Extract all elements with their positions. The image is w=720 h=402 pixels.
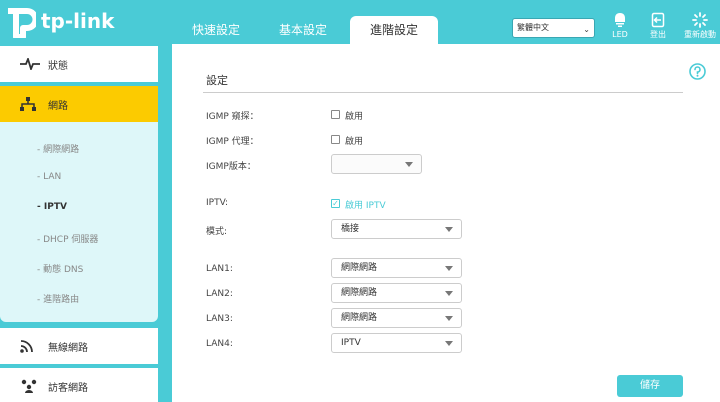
bulb-icon [615, 13, 625, 27]
sidebar-item-label: 無線網路 [48, 342, 88, 354]
sidebar: 狀態 網路 - 網際網路 - LAN - IPTV - DHCP 伺服器 - 動… [0, 44, 160, 402]
sidebar-subitem-lan[interactable]: - LAN [37, 172, 61, 182]
save-button[interactable]: 儲存 [617, 375, 683, 397]
sidebar-item-guest-network[interactable]: 訪客網路 [0, 368, 158, 402]
tab-advanced[interactable]: 進階設定 [350, 16, 438, 44]
igmp-snooping-option: 啟用 [345, 112, 364, 122]
reboot-icon [692, 12, 708, 28]
network-submenu: - 網際網路 - LAN - IPTV - DHCP 伺服器 - 動態 DNS … [0, 122, 158, 322]
sidebar-item-network[interactable]: 網路 [0, 86, 158, 122]
igmp-proxy-option: 啟用 [345, 137, 364, 147]
lan2-select[interactable]: 網際網路 [331, 283, 462, 303]
lan1-label: LAN1: [206, 264, 233, 274]
sidebar-item-wireless[interactable]: 無線網路 [0, 328, 158, 364]
dropdown-arrow-icon [445, 316, 453, 321]
tab-basic[interactable]: 基本設定 [263, 16, 343, 44]
lan3-value: 網際網路 [341, 313, 378, 323]
logout-button[interactable]: 登出 [641, 12, 675, 40]
lan2-label: LAN2: [206, 289, 233, 299]
igmp-proxy-checkbox[interactable] [331, 135, 340, 144]
chevron-down-icon: ⌄ [583, 25, 590, 34]
lan4-value: IPTV [341, 338, 361, 348]
tab-quick-setup[interactable]: 快速設定 [176, 16, 256, 44]
igmp-version-select[interactable] [331, 154, 422, 174]
logout-icon [651, 12, 665, 28]
sidebar-subitem-ddns[interactable]: - 動態 DNS [37, 262, 83, 275]
dropdown-arrow-icon [445, 266, 453, 271]
iptv-label: IPTV: [206, 198, 229, 208]
iptv-enable-checkbox[interactable]: ✓ [331, 199, 340, 208]
led-label: LED [612, 30, 628, 39]
lan1-select[interactable]: 網際網路 [331, 258, 462, 278]
lan2-value: 網際網路 [341, 288, 378, 298]
igmp-snooping-checkbox[interactable] [331, 110, 340, 119]
guests-icon [20, 379, 42, 393]
lan4-select[interactable]: IPTV [331, 333, 462, 353]
sidebar-subitem-iptv[interactable]: - IPTV [37, 202, 67, 212]
led-button[interactable]: LED [603, 12, 637, 40]
language-select[interactable]: 繁體中文 ⌄ [512, 18, 595, 38]
dropdown-arrow-icon [405, 162, 413, 167]
iptv-enable-option: 啟用 IPTV [345, 201, 386, 211]
pulse-icon [20, 58, 42, 70]
logout-label: 登出 [650, 30, 666, 39]
mode-label: 模式: [206, 227, 228, 237]
lan1-value: 網際網路 [341, 263, 378, 273]
sidebar-subitem-internet[interactable]: - 網際網路 [37, 142, 79, 155]
language-value: 繁體中文 [517, 23, 549, 32]
dropdown-arrow-icon [445, 227, 453, 232]
sidebar-item-label: 訪客網路 [48, 382, 88, 394]
section-divider [203, 92, 683, 93]
mode-value: 橋接 [341, 224, 360, 234]
help-icon[interactable] [689, 63, 706, 80]
lan3-label: LAN3: [206, 314, 233, 324]
sidebar-item-label: 狀態 [48, 60, 68, 72]
lan4-label: LAN4: [206, 339, 233, 349]
igmp-proxy-label: IGMP 代理： [206, 137, 259, 147]
reboot-button[interactable]: 重新啟動 [680, 12, 720, 40]
reboot-label: 重新啟動 [684, 30, 716, 39]
dropdown-arrow-icon [445, 291, 453, 296]
dropdown-arrow-icon [445, 341, 453, 346]
lan3-select[interactable]: 網際網路 [331, 308, 462, 328]
wifi-icon [20, 339, 42, 353]
igmp-version-label: IGMP版本： [206, 162, 256, 172]
top-bar: tp-link 快速設定 基本設定 進階設定 繁體中文 ⌄ LED 登出 重新啟… [0, 0, 720, 44]
igmp-snooping-label: IGMP 窺探： [206, 112, 259, 122]
sidebar-subitem-dhcp-server[interactable]: - DHCP 伺服器 [37, 232, 98, 245]
tp-link-logo: tp-link [4, 3, 114, 39]
section-title: 設定 [206, 74, 228, 87]
sidebar-subitem-advanced-routing[interactable]: - 進階路由 [37, 292, 79, 305]
tp-link-logo-mark-icon [8, 8, 36, 38]
brand-name: tp-link [41, 9, 115, 33]
sidebar-item-status[interactable]: 狀態 [0, 46, 158, 82]
mode-select[interactable]: 橋接 [331, 219, 462, 239]
network-icon [20, 97, 42, 111]
sidebar-item-label: 網路 [48, 100, 68, 112]
